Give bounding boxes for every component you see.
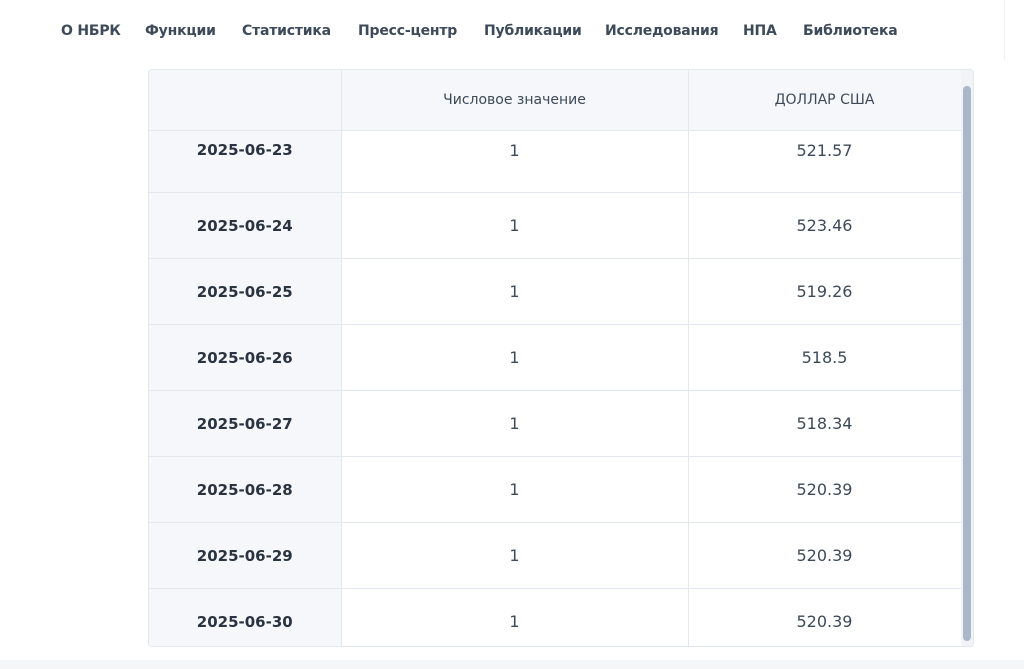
row-amount: 1 <box>341 324 689 391</box>
row-rate: 519.26 <box>688 258 962 325</box>
table-row: 2025-06-24 1 523.46 <box>149 192 962 259</box>
row-date: 2025-06-30 <box>149 588 342 646</box>
row-amount: 1 <box>341 522 689 589</box>
row-amount: 1 <box>341 192 689 259</box>
vertical-scrollbar[interactable] <box>961 70 973 646</box>
row-date: 2025-06-28 <box>149 456 342 523</box>
table-header-row: Числовое значение ДОЛЛАР США <box>149 70 962 131</box>
row-date: 2025-06-29 <box>149 522 342 589</box>
row-rate: 521.57 <box>688 130 962 193</box>
header-usd: ДОЛЛАР США <box>688 70 962 131</box>
nav-item-research[interactable]: Исследования <box>605 18 719 44</box>
table-row: 2025-06-30 1 520.39 <box>149 588 962 646</box>
page: О НБРК Функции Статистика Пресс-центр Пу… <box>0 0 1024 669</box>
nav-item-press-center[interactable]: Пресс-центр <box>358 18 457 44</box>
row-date: 2025-06-23 <box>149 130 342 193</box>
scrollbar-thumb[interactable] <box>963 86 971 641</box>
row-date: 2025-06-24 <box>149 192 342 259</box>
row-amount: 1 <box>341 588 689 646</box>
header-numeric-value: Числовое значение <box>341 70 689 131</box>
row-amount: 1 <box>341 258 689 325</box>
row-amount: 1 <box>341 456 689 523</box>
row-rate: 523.46 <box>688 192 962 259</box>
table-row: 2025-06-25 1 519.26 <box>149 258 962 325</box>
nav-item-publications[interactable]: Публикации <box>484 18 582 44</box>
table-row: 2025-06-28 1 520.39 <box>149 456 962 523</box>
page-edge-divider <box>1004 0 1005 60</box>
table-row: 2025-06-27 1 518.34 <box>149 390 962 457</box>
nav-item-about[interactable]: О НБРК <box>61 18 121 44</box>
table-row: 2025-06-29 1 520.39 <box>149 522 962 589</box>
nav-item-functions[interactable]: Функции <box>145 18 216 44</box>
nav-item-library[interactable]: Библиотека <box>803 18 898 44</box>
nav-item-statistics[interactable]: Статистика <box>242 18 331 44</box>
exchange-rate-table-container: Числовое значение ДОЛЛАР США 2025-06-23 … <box>148 69 974 647</box>
header-date <box>149 70 342 131</box>
row-rate: 520.39 <box>688 588 962 646</box>
row-date: 2025-06-27 <box>149 390 342 457</box>
row-amount: 1 <box>341 130 689 193</box>
row-rate: 520.39 <box>688 522 962 589</box>
row-amount: 1 <box>341 390 689 457</box>
footer-band <box>0 660 1024 669</box>
exchange-rate-table: Числовое значение ДОЛЛАР США 2025-06-23 … <box>149 70 962 646</box>
row-date: 2025-06-26 <box>149 324 342 391</box>
row-rate: 518.34 <box>688 390 962 457</box>
nav-item-npa[interactable]: НПА <box>743 18 777 44</box>
row-rate: 520.39 <box>688 456 962 523</box>
row-rate: 518.5 <box>688 324 962 391</box>
table-row: 2025-06-26 1 518.5 <box>149 324 962 391</box>
table-row: 2025-06-23 1 521.57 <box>149 130 962 193</box>
top-navigation: О НБРК Функции Статистика Пресс-центр Пу… <box>0 18 1004 44</box>
row-date: 2025-06-25 <box>149 258 342 325</box>
